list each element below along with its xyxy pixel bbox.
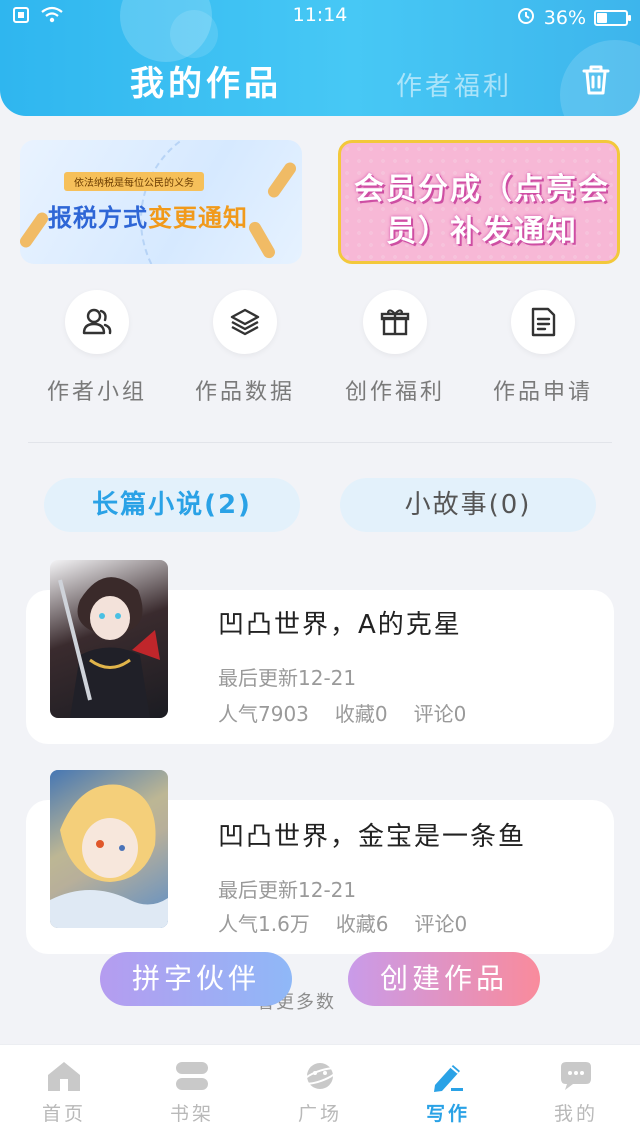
battery-percent: 36% [543, 6, 586, 29]
section-divider [28, 442, 612, 443]
nav-home[interactable]: 首页 [0, 1059, 128, 1126]
feature-work-application[interactable]: 作品申请 [468, 290, 618, 406]
feature-author-group[interactable]: 作者小组 [22, 290, 172, 406]
home-icon [44, 1059, 84, 1093]
work-title[interactable]: 凹凸世界，A的克星 [218, 604, 462, 641]
nav-bookshelf[interactable]: 书架 [128, 1059, 256, 1126]
create-work-button[interactable]: 创建作品 [348, 952, 540, 1006]
work-popularity: 人气7903 [218, 702, 309, 726]
tab-long-novel[interactable]: 长篇小说(2) [44, 478, 300, 532]
app-header: 11:14 36% 我的作品 作者福利 [0, 0, 640, 116]
group-icon [65, 290, 129, 354]
feature-creation-welfare[interactable]: 创作福利 [320, 290, 470, 406]
nav-label: 首页 [41, 1103, 86, 1125]
planet-icon [300, 1059, 340, 1093]
work-cover[interactable] [50, 560, 168, 718]
alarm-icon [516, 5, 536, 30]
banner-headline: 报税方式变更通知 [48, 198, 248, 233]
nav-square[interactable]: 广场 [256, 1059, 384, 1126]
work-favorites: 收藏6 [335, 912, 389, 936]
work-last-update: 最后更新12-21 [218, 666, 357, 690]
feature-label: 作品数据 [194, 380, 295, 405]
nav-label: 我的 [553, 1103, 598, 1125]
work-last-update: 最后更新12-21 [218, 878, 357, 902]
nav-label: 书架 [169, 1103, 214, 1125]
tax-notice-banner[interactable]: 依法纳税是每位公民的义务 报税方式变更通知 [20, 140, 302, 264]
banner-headline-a: 报税方式 [48, 204, 148, 232]
work-stats: 人气1.6万 收藏6 评论0 [218, 908, 467, 937]
work-popularity: 人气1.6万 [218, 912, 310, 936]
trash-icon[interactable] [578, 62, 614, 98]
work-stats: 人气7903 收藏0 评论0 [218, 698, 466, 727]
author-welfare-link[interactable]: 作者福利 [396, 66, 512, 103]
layers-icon [213, 290, 277, 354]
feature-label: 创作福利 [344, 380, 445, 405]
feature-label: 作者小组 [46, 380, 147, 405]
work-comments: 评论0 [414, 912, 468, 936]
work-title[interactable]: 凹凸世界，金宝是一条鱼 [218, 816, 526, 853]
nav-label: 写作 [425, 1103, 470, 1125]
status-bar: 11:14 36% [0, 0, 640, 34]
nav-label: 广场 [297, 1103, 342, 1125]
partner-button[interactable]: 拼字伙伴 [100, 952, 292, 1006]
chat-icon [556, 1059, 596, 1093]
bookshelf-icon [172, 1059, 212, 1093]
work-cover[interactable] [50, 770, 168, 928]
gift-icon [363, 290, 427, 354]
decor-leaf [20, 210, 51, 250]
document-icon [511, 290, 575, 354]
battery-fill [597, 12, 608, 23]
feature-work-data[interactable]: 作品数据 [170, 290, 320, 406]
feature-label: 作品申请 [492, 380, 593, 405]
nav-mine[interactable]: 我的 [512, 1059, 640, 1126]
bottom-nav: 首页 书架 广场 写作 我的 [0, 1044, 640, 1138]
page-title: 我的作品 [130, 64, 282, 104]
tab-short-story[interactable]: 小故事(0) [340, 478, 596, 532]
banner-headline-b: 变更通知 [148, 204, 248, 232]
banner-headline: 会员分成（点亮会员）补发通知 [354, 172, 610, 249]
work-favorites: 收藏0 [334, 702, 388, 726]
nav-write[interactable]: 写作 [384, 1059, 512, 1126]
battery-icon [594, 9, 631, 26]
pen-icon [428, 1059, 468, 1093]
member-share-banner[interactable]: 会员分成（点亮会员）补发通知 [338, 140, 620, 264]
work-comments: 评论0 [413, 702, 467, 726]
banner-tag: 依法纳税是每位公民的义务 [64, 172, 204, 191]
